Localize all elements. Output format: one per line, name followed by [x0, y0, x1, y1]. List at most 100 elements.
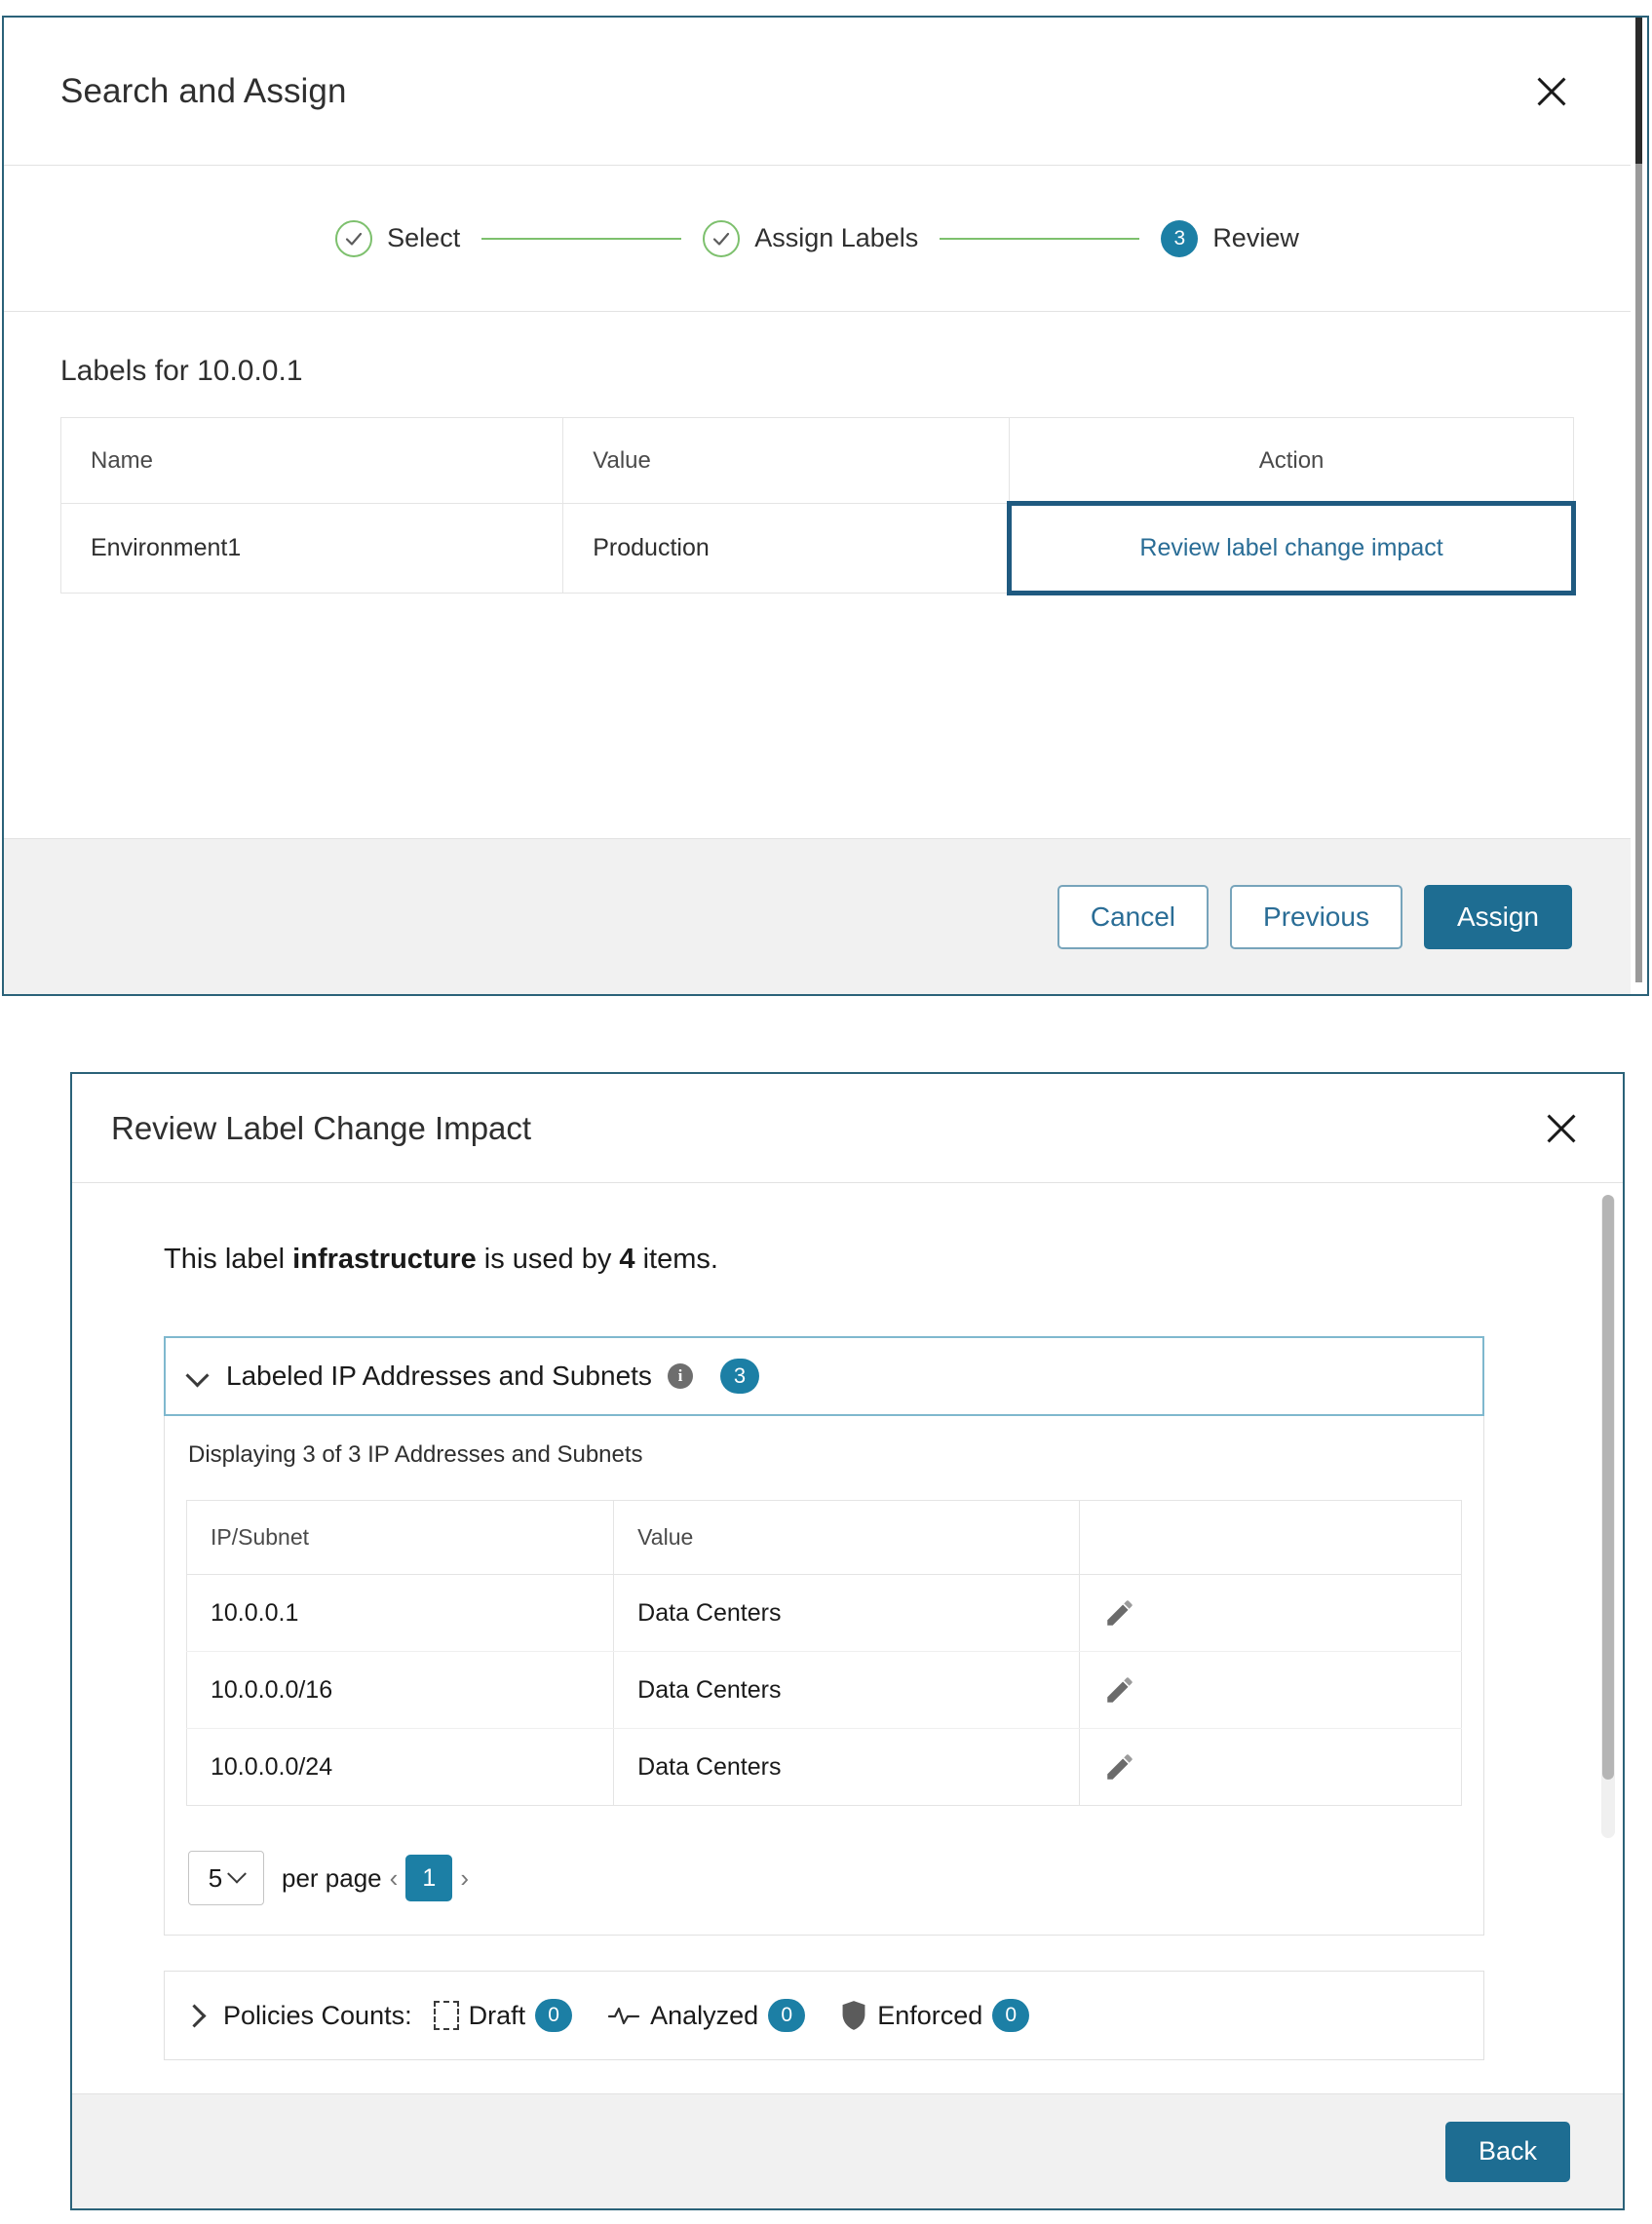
- policies-counts-label: Policies Counts:: [223, 2000, 412, 2030]
- dialog1-scrollbar[interactable]: [1631, 18, 1647, 994]
- search-and-assign-dialog: Search and Assign Select Assign Labels 3…: [2, 16, 1649, 996]
- chevron-down-icon: [227, 1863, 248, 1884]
- cell-label-value: Production: [562, 503, 1011, 594]
- review-label-change-impact-dialog: Review Label Change Impact This label in…: [70, 1072, 1625, 2210]
- impact-prefix: This label: [164, 1244, 293, 1275]
- check-icon: [335, 219, 373, 257]
- dialog2-scrollbar[interactable]: [1601, 1195, 1615, 1838]
- dialog1-body: Labels for 10.0.0.1 Name Value Action En…: [4, 312, 1631, 838]
- step-assign-labels[interactable]: Assign Labels: [703, 219, 919, 257]
- dialog2-header: Review Label Change Impact: [72, 1074, 1623, 1183]
- dialog2-scroll-area: This label infrastructure is used by 4 i…: [72, 1183, 1623, 2093]
- policies-counts-accordion-header[interactable]: Policies Counts: Draft 0 Analyzed 0 Enfo…: [164, 1971, 1484, 2060]
- table-row: 10.0.0.1 Data Centers: [185, 1574, 1463, 1652]
- impact-count: 4: [619, 1244, 635, 1275]
- dialog2-title: Review Label Change Impact: [111, 1109, 532, 1146]
- shield-icon: [840, 2000, 867, 2031]
- pencil-icon[interactable]: [1103, 1750, 1438, 1783]
- dialog1-inner: Search and Assign Select Assign Labels 3…: [4, 18, 1631, 994]
- column-header-action: Action: [1009, 417, 1574, 504]
- cell-ip: 10.0.0.0/16: [185, 1651, 615, 1729]
- cell-edit[interactable]: [1078, 1728, 1463, 1806]
- pagination-next-button[interactable]: ›: [452, 1865, 477, 1891]
- waveform-icon: [607, 2004, 640, 2027]
- dialog1-header: Search and Assign: [4, 18, 1631, 166]
- column-header-value: Value: [613, 1500, 1080, 1575]
- chevron-right-icon: [186, 2005, 208, 2026]
- scrollbar-thumb-lower[interactable]: [1635, 164, 1642, 982]
- cell-ip: 10.0.0.0/24: [185, 1728, 615, 1806]
- scrollbar-thumb[interactable]: [1602, 1195, 1614, 1780]
- column-header-ip-subnet: IP/Subnet: [185, 1500, 615, 1575]
- impact-label-name: infrastructure: [292, 1244, 477, 1275]
- review-label-change-impact-link[interactable]: Review label change impact: [1139, 534, 1442, 561]
- table-header-row: Name Value Action: [59, 417, 1574, 504]
- column-header-actions: [1078, 1500, 1463, 1575]
- stepper-list: Select Assign Labels 3 Review: [335, 219, 1299, 257]
- cell-action[interactable]: Review label change impact: [1007, 501, 1576, 595]
- step-select[interactable]: Select: [335, 219, 461, 257]
- labels-section-title: Labels for 10.0.0.1: [60, 355, 303, 387]
- labeled-ip-accordion: Labeled IP Addresses and Subnets i 3: [164, 1336, 1484, 1416]
- table-row: 10.0.0.0/24 Data Centers: [185, 1728, 1463, 1806]
- cell-value: Data Centers: [613, 1728, 1080, 1806]
- assign-button[interactable]: Assign: [1423, 884, 1572, 949]
- cancel-button[interactable]: Cancel: [1057, 884, 1210, 949]
- pencil-icon[interactable]: [1103, 1596, 1438, 1630]
- labeled-ip-accordion-header[interactable]: Labeled IP Addresses and Subnets i 3: [166, 1338, 1482, 1414]
- cell-edit[interactable]: [1078, 1651, 1463, 1729]
- pagination-page-1[interactable]: 1: [405, 1855, 453, 1901]
- chevron-down-icon: [187, 1365, 209, 1387]
- column-header-name: Name: [59, 417, 564, 504]
- close-icon[interactable]: [1539, 1106, 1584, 1151]
- per-page-label: per page: [282, 1862, 382, 1893]
- column-header-value: Value: [562, 417, 1011, 504]
- scrollbar-thumb[interactable]: [1635, 18, 1642, 164]
- policy-analyzed-label: Analyzed: [650, 2000, 759, 2030]
- table-row: Environment1 Production Review label cha…: [59, 501, 1576, 595]
- cell-label-name: Environment1: [59, 503, 564, 594]
- impact-middle: is used by: [476, 1244, 620, 1275]
- close-icon[interactable]: [1529, 69, 1574, 114]
- policy-enforced-label: Enforced: [877, 2000, 983, 2030]
- cell-ip: 10.0.0.1: [185, 1574, 615, 1652]
- step-review[interactable]: 3 Review: [1161, 219, 1299, 257]
- step-label-select: Select: [387, 223, 461, 252]
- policy-count-analyzed: Analyzed 0: [607, 1999, 806, 2032]
- previous-button[interactable]: Previous: [1230, 884, 1402, 949]
- table-row: 10.0.0.0/16 Data Centers: [185, 1651, 1463, 1729]
- dialog1-footer: Cancel Previous Assign: [4, 838, 1631, 994]
- dialog2-footer: Back: [72, 2093, 1623, 2208]
- pencil-icon[interactable]: [1103, 1673, 1438, 1706]
- policy-analyzed-count: 0: [768, 1999, 806, 2032]
- ip-subnet-table: IP/Subnet Value 10.0.0.1 Data Centers 10…: [185, 1500, 1463, 1806]
- step-connector-2: [940, 237, 1140, 240]
- cell-value: Data Centers: [613, 1651, 1080, 1729]
- policy-enforced-count: 0: [992, 1999, 1030, 2032]
- step-connector-1: [481, 237, 682, 240]
- back-button[interactable]: Back: [1444, 2121, 1570, 2182]
- labels-table: Name Value Action Environment1 Productio…: [59, 417, 1576, 595]
- step-number-badge: 3: [1161, 219, 1199, 257]
- dialog2-content: This label infrastructure is used by 4 i…: [72, 1183, 1623, 2060]
- info-icon[interactable]: i: [667, 1363, 693, 1389]
- policy-count-enforced: Enforced 0: [840, 1999, 1030, 2032]
- step-label-review: Review: [1212, 223, 1299, 252]
- draft-square-icon: [433, 2001, 459, 2030]
- cell-value: Data Centers: [613, 1574, 1080, 1652]
- displaying-count-text: Displaying 3 of 3 IP Addresses and Subne…: [188, 1441, 643, 1468]
- per-page-value: 5: [208, 1862, 223, 1893]
- accordion-title: Labeled IP Addresses and Subnets: [226, 1361, 652, 1391]
- table-header-row: IP/Subnet Value: [185, 1500, 1463, 1575]
- step-label-assign-labels: Assign Labels: [754, 223, 919, 252]
- impact-suffix: items.: [634, 1244, 718, 1275]
- pagination-prev-button[interactable]: ‹: [382, 1865, 406, 1891]
- labeled-ip-accordion-panel: Displaying 3 of 3 IP Addresses and Subne…: [164, 1416, 1484, 1936]
- check-icon: [703, 219, 741, 257]
- page-title: Search and Assign: [60, 71, 347, 110]
- policy-count-draft: Draft 0: [433, 1999, 573, 2032]
- accordion-count-badge: 3: [719, 1359, 759, 1394]
- cell-edit[interactable]: [1078, 1574, 1463, 1652]
- per-page-select[interactable]: 5: [188, 1851, 264, 1905]
- impact-summary-text: This label infrastructure is used by 4 i…: [164, 1244, 1572, 1276]
